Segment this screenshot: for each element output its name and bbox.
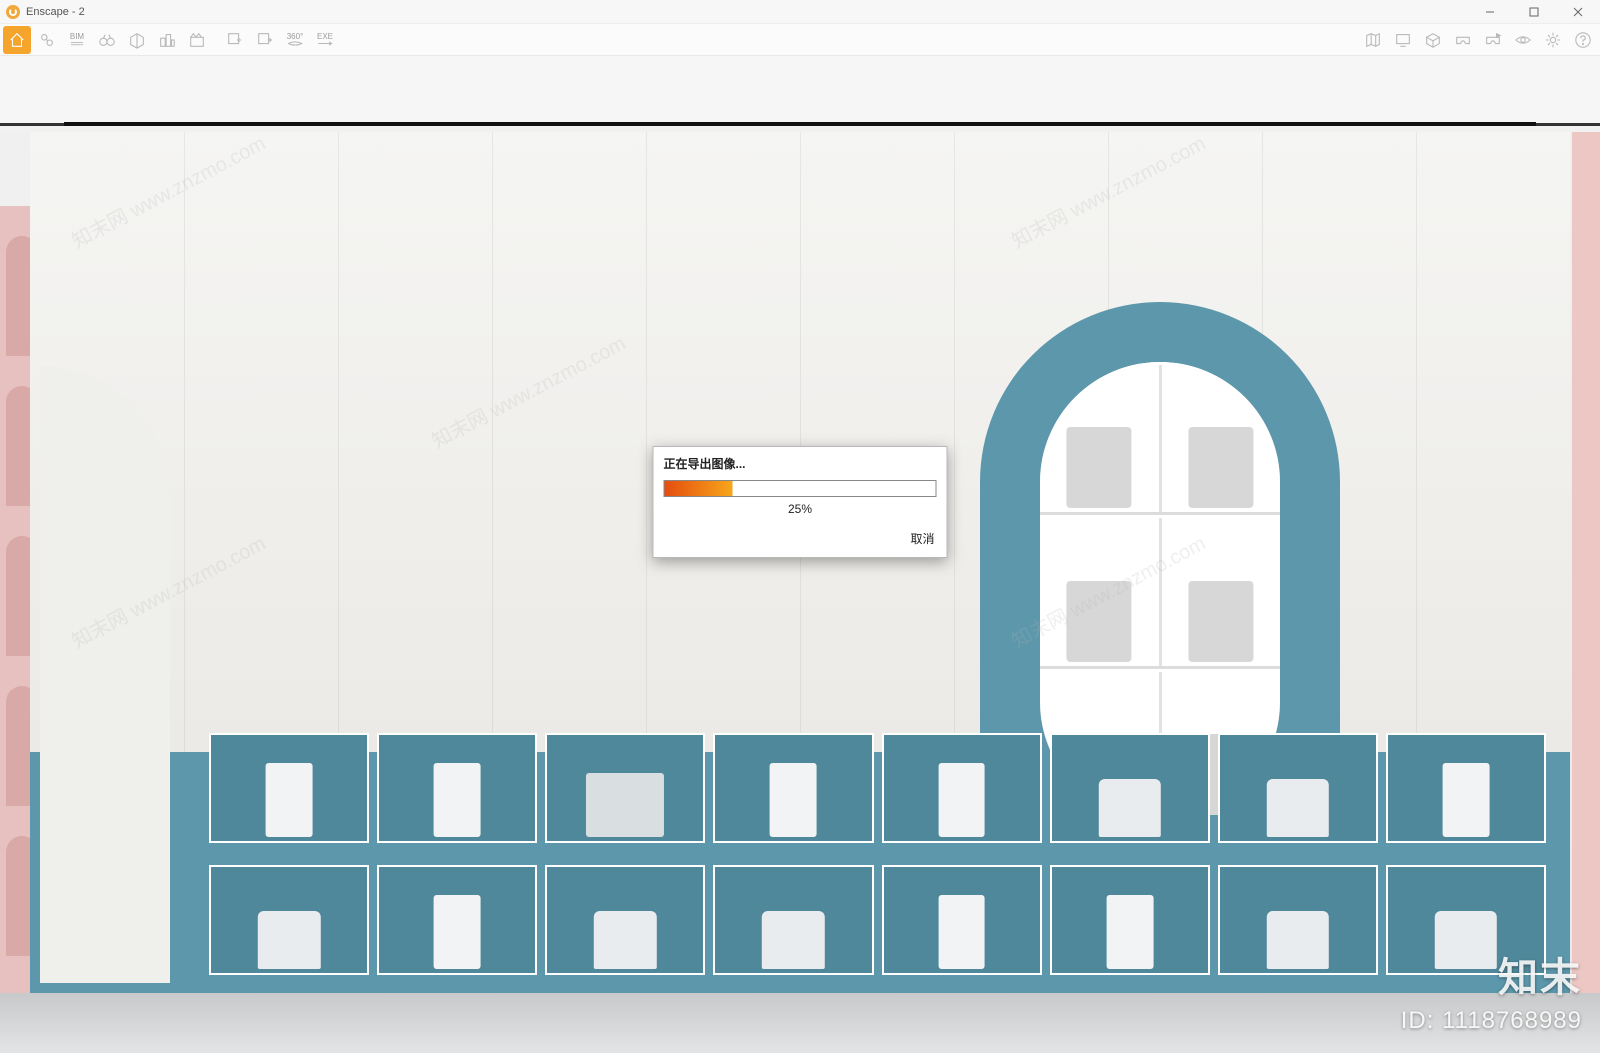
brand-watermark: 知末: [1498, 945, 1582, 1003]
progress-percent: 25%: [654, 499, 947, 524]
window-minimize-button[interactable]: [1468, 0, 1512, 24]
tool-bim-button[interactable]: BIM: [63, 26, 91, 54]
render-viewport[interactable]: 知末网 www.znzmo.com 知末网 www.znzmo.com 知末网 …: [0, 56, 1600, 1053]
tool-help-button[interactable]: [1569, 26, 1597, 54]
id-watermark: ID: 1118768989: [1401, 1007, 1582, 1035]
window-title: Enscape - 2: [26, 6, 85, 18]
window-close-button[interactable]: [1556, 0, 1600, 24]
tool-settings-button[interactable]: [1539, 26, 1567, 54]
window-titlebar: Enscape - 2: [0, 0, 1600, 24]
tool-buildings-button[interactable]: [153, 26, 181, 54]
tool-cube-button[interactable]: [1419, 26, 1447, 54]
tool-vr-button[interactable]: [1449, 26, 1477, 54]
progress-bar: [664, 480, 937, 497]
tool-video-button[interactable]: [183, 26, 211, 54]
cancel-button[interactable]: 取消: [910, 530, 934, 547]
tool-panorama-button[interactable]: 360°: [281, 26, 309, 54]
window-maximize-button[interactable]: [1512, 0, 1556, 24]
app-logo-icon: [6, 5, 20, 19]
tool-pano-label: 360°: [287, 33, 304, 41]
tool-import-button[interactable]: [221, 26, 249, 54]
tool-bim-label: BIM: [70, 33, 84, 41]
tool-exe-button[interactable]: EXE: [311, 26, 339, 54]
tool-monitor-button[interactable]: [1389, 26, 1417, 54]
progress-fill: [665, 481, 733, 496]
tool-map-button[interactable]: [1359, 26, 1387, 54]
tool-vr-play-button[interactable]: [1479, 26, 1507, 54]
right-pink-wall: [1572, 132, 1600, 1053]
tool-quality-button[interactable]: [123, 26, 151, 54]
tool-visibility-button[interactable]: [1509, 26, 1537, 54]
dialog-title: 正在导出图像...: [654, 447, 947, 476]
export-progress-dialog: 正在导出图像... 25% 取消: [653, 446, 948, 558]
tool-binoculars-button[interactable]: [93, 26, 121, 54]
tool-export-button[interactable]: [251, 26, 279, 54]
tool-exe-label: EXE: [317, 33, 333, 41]
tool-link-button[interactable]: [33, 26, 61, 54]
main-toolbar: BIM 360° EXE: [0, 24, 1600, 56]
tool-home-button[interactable]: [3, 26, 31, 54]
